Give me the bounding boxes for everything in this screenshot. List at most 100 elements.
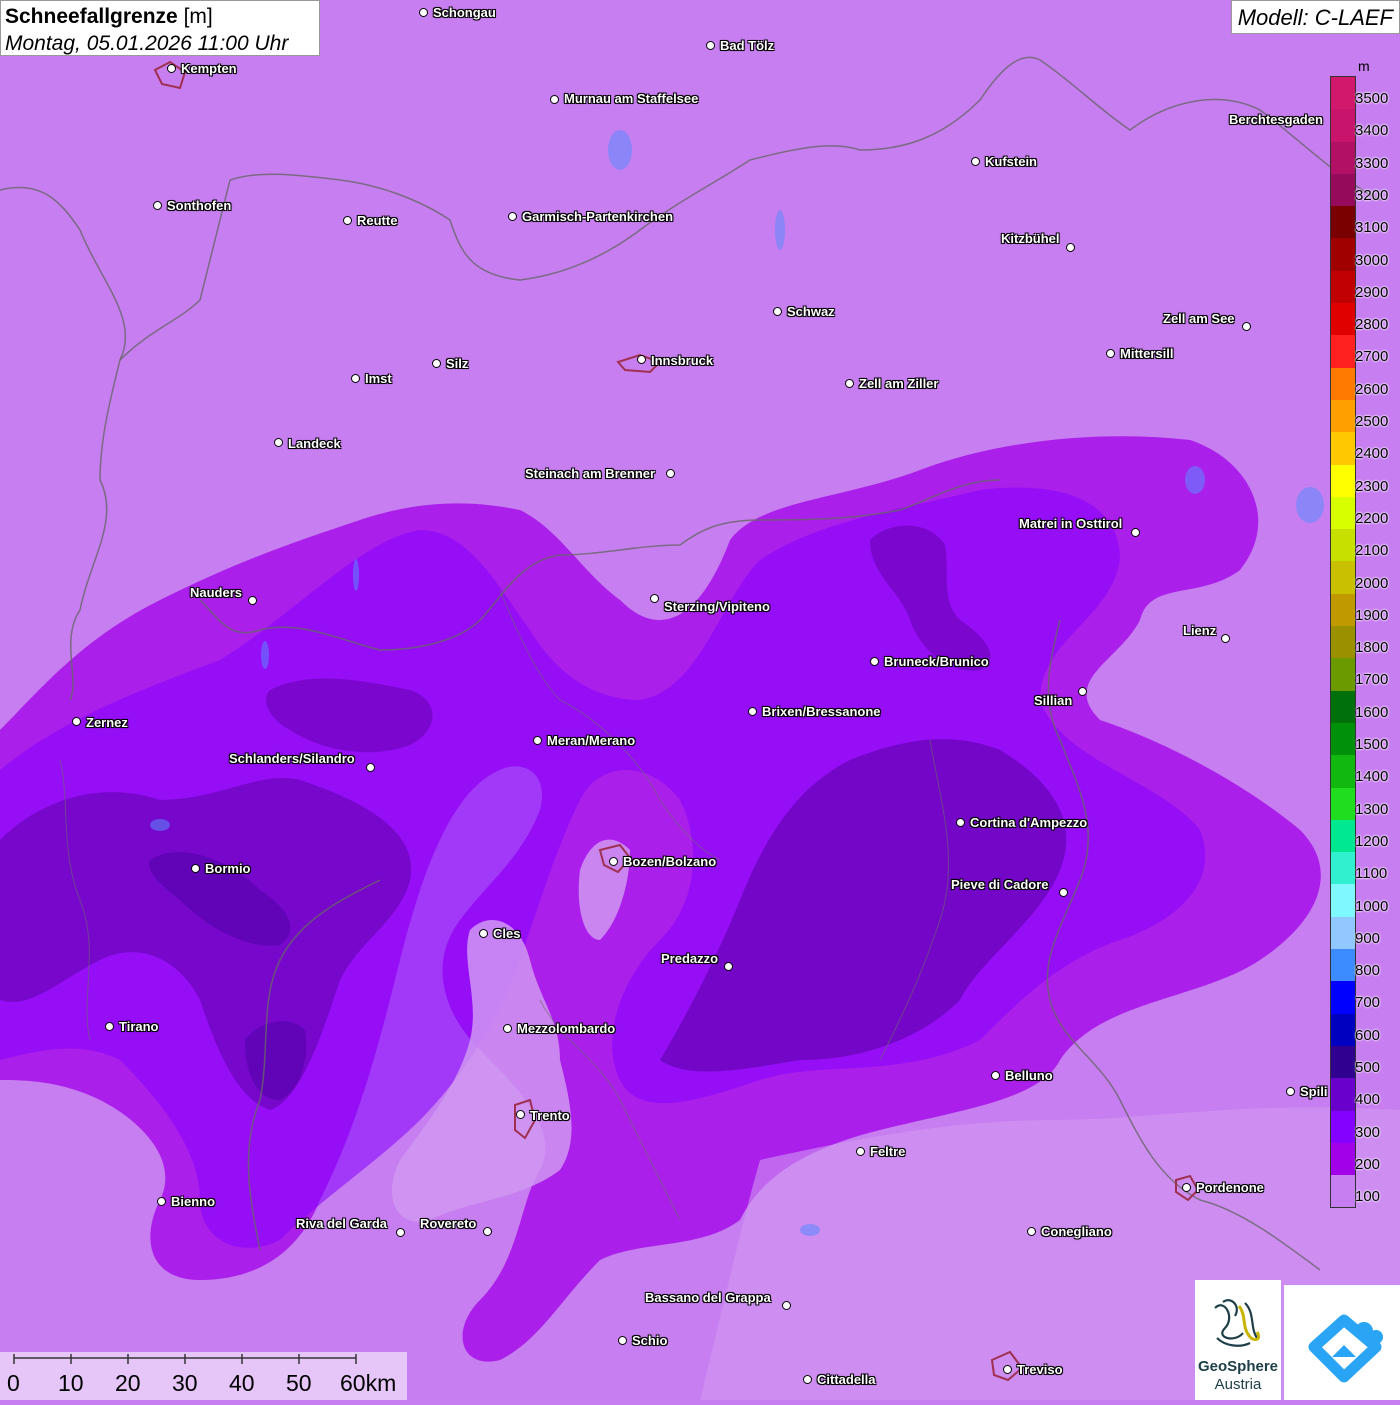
city-marker-icon <box>956 818 965 827</box>
legend-color-cell <box>1331 949 1355 982</box>
city-marker-icon <box>483 1227 492 1236</box>
legend-value-label: 200 <box>1355 1155 1381 1173</box>
city-marker-icon <box>724 962 733 971</box>
legend-value-label: 3400 <box>1355 122 1389 140</box>
city-label: Reutte <box>357 213 398 228</box>
legend-value-label: 3100 <box>1355 219 1389 237</box>
geosphere-emblem-icon <box>1214 1299 1261 1347</box>
legend-value-label: 100 <box>1355 1188 1381 1206</box>
legend-color-cell <box>1331 1013 1355 1046</box>
map-title-box: Schneefallgrenze [m] Montag, 05.01.2026 … <box>0 0 320 56</box>
city-marker-icon <box>782 1301 791 1310</box>
legend-value-label: 1800 <box>1355 639 1389 657</box>
legend-color-cell <box>1331 819 1355 853</box>
geosphere-logo-line1: GeoSphere <box>1197 1358 1279 1375</box>
city-label: Bozen/Bolzano <box>623 854 717 869</box>
city-label: Kufstein <box>985 154 1037 169</box>
legend-value-label: 2200 <box>1355 509 1389 527</box>
legend-value-label: 800 <box>1355 962 1381 980</box>
legend-value-label: 1300 <box>1355 800 1389 818</box>
city-label: Bad Tölz <box>720 38 775 53</box>
city-marker-icon <box>1106 349 1115 358</box>
legend-color-cell <box>1331 1110 1355 1143</box>
city-marker-icon <box>274 438 283 447</box>
city-marker-icon <box>1182 1183 1191 1192</box>
legend-value-label: 3300 <box>1355 154 1389 172</box>
city-label: Berchtesgaden <box>1229 112 1323 127</box>
city-label: Imst <box>365 371 392 386</box>
scale-tick-label: 20 <box>115 1370 141 1396</box>
city-marker-icon <box>1131 528 1140 537</box>
city-label: Belluno <box>1005 1068 1053 1083</box>
city-marker-icon <box>1221 634 1230 643</box>
legend-color-cell <box>1331 561 1355 594</box>
city-marker-icon <box>706 41 715 50</box>
city-label: Tirano <box>119 1019 159 1034</box>
legend-color-cell <box>1331 658 1355 691</box>
city-marker-icon <box>1059 888 1068 897</box>
city-marker-icon <box>870 657 879 666</box>
city-marker-icon <box>167 64 176 73</box>
city-marker-icon <box>609 857 618 866</box>
city-marker-icon <box>396 1228 405 1237</box>
legend-color-cell <box>1331 109 1355 142</box>
legend-color-cell <box>1331 432 1355 465</box>
city-marker-icon <box>366 763 375 772</box>
legend-color-cell <box>1331 206 1355 239</box>
legend-value-label: 700 <box>1355 994 1381 1012</box>
legend-color-cell <box>1331 884 1355 917</box>
legend-color-cell <box>1331 77 1355 110</box>
legend-value-label: 500 <box>1355 1059 1381 1076</box>
scale-tick-label: 10 <box>58 1370 84 1396</box>
legend-color-cell <box>1331 238 1355 271</box>
city-marker-icon <box>503 1024 512 1033</box>
color-legend <box>1330 76 1356 1209</box>
city-marker-icon <box>533 736 542 745</box>
city-marker-icon <box>351 374 360 383</box>
legend-value-label: 400 <box>1355 1091 1381 1109</box>
city-marker-icon <box>991 1071 1000 1080</box>
legend-color-cell <box>1331 755 1355 788</box>
city-marker-icon <box>1242 322 1251 331</box>
legend-color-cell <box>1331 1078 1355 1111</box>
city-marker-icon <box>845 379 854 388</box>
city-marker-icon <box>153 201 162 210</box>
legend-color-cell <box>1331 335 1355 368</box>
legend-value-label: 1100 <box>1355 865 1388 883</box>
legend-color-cell <box>1331 1175 1355 1208</box>
city-marker-icon <box>105 1022 114 1031</box>
city-marker-icon <box>479 929 488 938</box>
city-label: Treviso <box>1017 1362 1063 1377</box>
scale-tick-label: 30 <box>172 1370 198 1396</box>
geosphere-austria-logo: GeoSphere Austria <box>1195 1280 1281 1400</box>
city-label: Mittersill <box>1120 346 1174 361</box>
legend-color-cell <box>1331 496 1355 530</box>
city-marker-icon <box>971 157 980 166</box>
city-label: Steinach am Brenner <box>525 466 656 481</box>
scale-tick-label: 40 <box>229 1370 255 1396</box>
model-label: Modell: C-LAEF <box>1230 0 1400 34</box>
legend-value-label: 1700 <box>1355 671 1389 689</box>
scale-tick-label: 50 <box>286 1370 312 1396</box>
legend-value-label: 1400 <box>1355 768 1389 786</box>
city-label: Zell am Ziller <box>859 376 939 391</box>
city-label: Predazzo <box>661 951 719 966</box>
city-label: Lienz <box>1183 623 1217 638</box>
city-marker-icon <box>803 1375 812 1384</box>
city-marker-icon <box>157 1197 166 1206</box>
city-marker-icon <box>637 355 646 364</box>
legend-color-cell <box>1331 367 1355 400</box>
geosphere-logo-line2: Austria <box>1214 1376 1262 1393</box>
city-label: Kempten <box>181 61 237 76</box>
city-label: Zell am See <box>1163 311 1235 326</box>
city-label: Pordenone <box>1196 1180 1264 1195</box>
city-label: Cittadella <box>817 1372 876 1387</box>
legend-value-label: 1600 <box>1355 703 1389 721</box>
city-label: Schongau <box>433 5 496 20</box>
legend-color-cell <box>1331 464 1355 497</box>
city-label: Zernez <box>86 715 128 730</box>
city-marker-icon <box>248 596 257 605</box>
city-label: Sonthofen <box>167 198 232 213</box>
city-marker-icon <box>550 95 559 104</box>
legend-color-cell <box>1331 1045 1355 1079</box>
